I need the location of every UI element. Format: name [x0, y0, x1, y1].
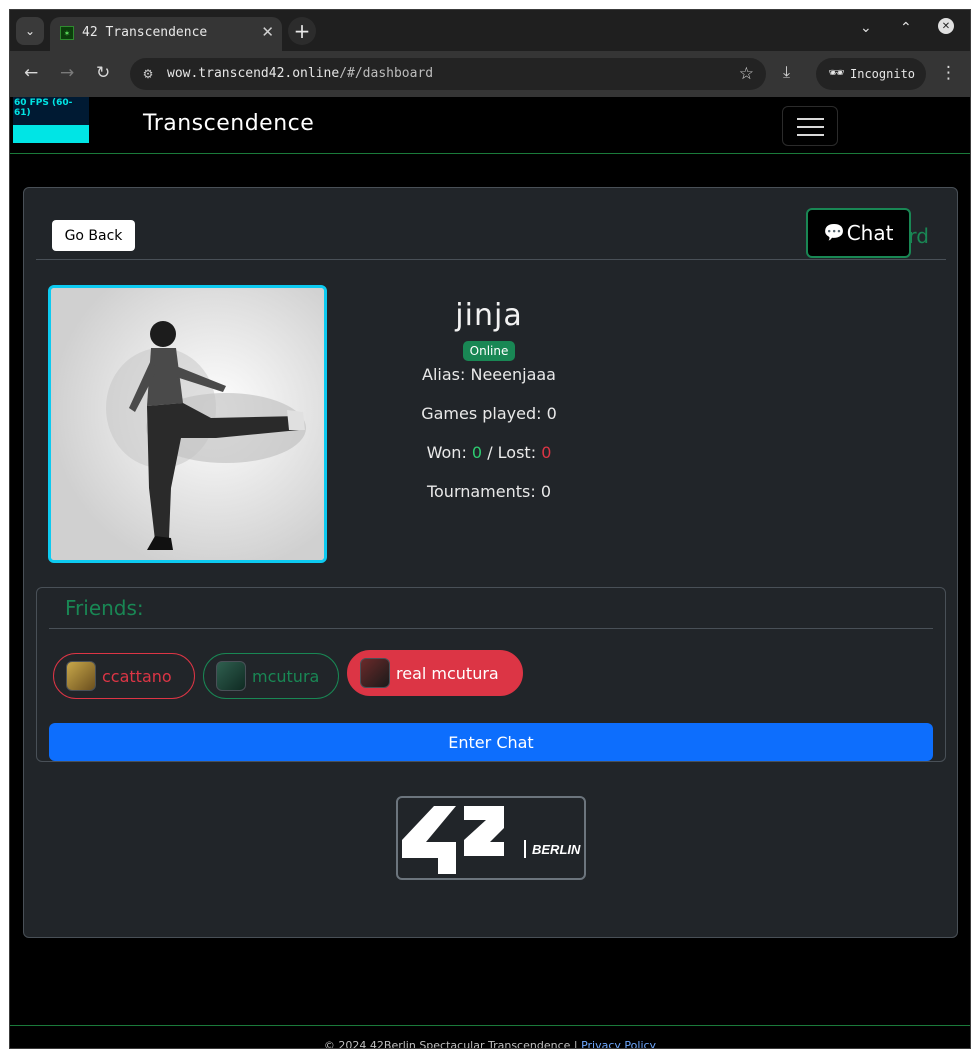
close-tab-icon[interactable]: ✕	[261, 23, 274, 41]
games-played-row: Games played: 0	[384, 404, 594, 423]
tournaments-value: 0	[540, 482, 552, 501]
hamburger-menu-icon[interactable]	[782, 106, 838, 146]
chat-button[interactable]: 💬 Chat	[806, 208, 911, 258]
friends-title: Friends:	[65, 596, 144, 620]
lost-label: Lost:	[497, 443, 537, 462]
friend-avatar	[360, 658, 390, 688]
profile-info: jinja Online Alias: Neeenjaaa Games play…	[384, 298, 594, 501]
status-badge: Online	[462, 341, 516, 361]
close-window-icon[interactable]: ✕	[938, 18, 954, 34]
reload-icon[interactable]: ↻	[96, 63, 110, 83]
tab-title: 42 Transcendence	[82, 25, 208, 40]
page-viewport: 60 FPS (60-61) Transcendence Go Back Das…	[10, 97, 970, 1049]
incognito-icon: 🕶	[828, 66, 845, 81]
url-host: wow.transcend42.online	[167, 66, 340, 81]
friend-avatar	[216, 661, 246, 691]
games-played-value: 0	[546, 404, 557, 423]
tab-search-icon[interactable]: ⌄	[16, 17, 44, 45]
logo-sub-text: BERLIN	[532, 842, 581, 857]
navbar-divider	[10, 153, 970, 154]
footer: © 2024 42Berlin Spectacular Transcendenc…	[10, 1039, 970, 1049]
friend-avatar	[66, 661, 96, 691]
friends-panel: Friends: ccattano mcutura real mcutura E…	[36, 587, 946, 762]
friend-chip[interactable]: mcutura	[203, 653, 339, 699]
alias-value: Neeenjaaa	[470, 365, 556, 384]
fps-meter: 60 FPS (60-61)	[13, 97, 89, 143]
brand-title[interactable]: Transcendence	[143, 111, 314, 136]
address-bar[interactable]: ⚙ wow.transcend42.online/#/dashboard ☆	[130, 58, 766, 90]
menu-icon[interactable]: ⋮	[940, 63, 957, 83]
favicon-icon: ✶	[60, 26, 74, 40]
friend-chip[interactable]: ccattano	[53, 653, 195, 699]
tournaments-label: Tournaments:	[426, 482, 536, 501]
friend-name: real mcutura	[396, 663, 499, 683]
chat-label: Chat	[846, 221, 894, 245]
dashboard-card: Go Back Dashboard 💬 Chat	[23, 187, 958, 938]
tab-bar: ⌄ ✶ 42 Transcendence ✕ + ⌄ ⌃ ✕	[10, 10, 970, 51]
friend-name: ccattano	[102, 666, 172, 686]
site-info-icon[interactable]: ⚙	[140, 66, 156, 82]
lost-value: 0	[541, 443, 552, 462]
forward-icon[interactable]: →	[60, 63, 74, 83]
footer-divider	[10, 1025, 970, 1026]
fps-text: 60 FPS (60-61)	[14, 98, 73, 118]
won-value: 0	[471, 443, 483, 462]
go-back-button[interactable]: Go Back	[52, 220, 135, 251]
tournaments-row: Tournaments: 0	[384, 482, 594, 501]
username: jinja	[455, 298, 523, 333]
friends-divider	[49, 628, 933, 629]
enter-chat-button[interactable]: Enter Chat	[49, 723, 933, 761]
friend-chip[interactable]: real mcutura	[347, 650, 523, 696]
url-path: /#/dashboard	[339, 66, 434, 81]
logo-42-berlin: BERLIN	[396, 796, 586, 880]
browser-toolbar: ← → ↻ ⚙ wow.transcend42.online/#/dashboa…	[10, 51, 970, 97]
incognito-label: Incognito	[850, 67, 916, 81]
chat-bubble-icon: 💬	[823, 223, 845, 243]
new-tab-icon[interactable]: +	[288, 17, 316, 45]
fps-bar	[13, 125, 89, 143]
games-played-label: Games played:	[421, 404, 542, 423]
profile-avatar	[48, 285, 327, 563]
download-icon[interactable]: ⤓	[783, 62, 790, 82]
minimize-icon[interactable]: ⌄	[860, 20, 872, 36]
alias-label: Alias:	[422, 365, 466, 384]
privacy-policy-link[interactable]: Privacy Policy	[581, 1039, 656, 1048]
bookmark-star-icon[interactable]: ☆	[739, 64, 754, 84]
browser-window: ⌄ ✶ 42 Transcendence ✕ + ⌄ ⌃ ✕ ← → ↻ ⚙ w…	[9, 9, 971, 1049]
footer-text: © 2024 42Berlin Spectacular Transcendenc…	[323, 1039, 578, 1049]
card-divider	[36, 259, 946, 260]
back-icon[interactable]: ←	[24, 63, 38, 83]
logo-42-graphic: BERLIN	[402, 806, 581, 874]
maximize-icon[interactable]: ⌃	[900, 20, 912, 36]
alias-row: Alias: Neeenjaaa	[384, 365, 594, 384]
browser-tab[interactable]: ✶ 42 Transcendence ✕	[50, 17, 282, 51]
incognito-badge[interactable]: 🕶 Incognito	[816, 58, 926, 90]
avatar-image	[51, 288, 324, 560]
won-label: Won:	[426, 443, 467, 462]
friend-name: mcutura	[252, 666, 320, 686]
won-lost-row: Won: 0 / Lost: 0	[426, 443, 552, 462]
